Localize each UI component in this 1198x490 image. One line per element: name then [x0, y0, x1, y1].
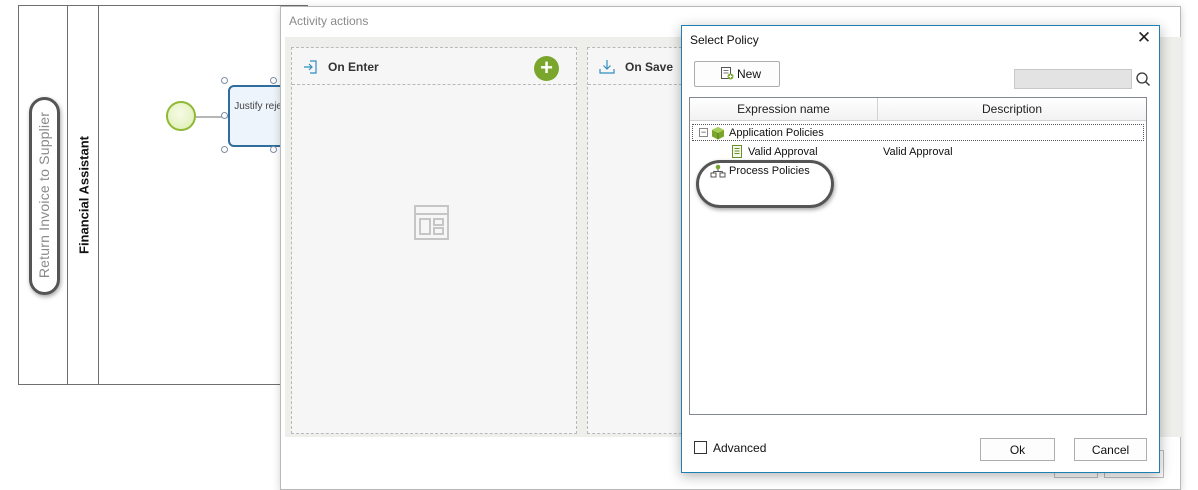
- policy-tree: [689, 97, 1147, 415]
- tree-item-description: Valid Approval: [883, 146, 953, 158]
- selection-handle[interactable]: [270, 146, 277, 153]
- search-input[interactable]: [1014, 69, 1132, 89]
- advanced-checkbox[interactable]: [694, 441, 707, 454]
- process-policies-highlight: [696, 160, 834, 208]
- close-icon[interactable]: ✕: [1135, 29, 1153, 47]
- advanced-label[interactable]: Advanced: [713, 441, 766, 455]
- policy-document-icon: [732, 145, 742, 158]
- new-button-label: New: [737, 67, 762, 81]
- pool-name-highlight: [29, 97, 60, 295]
- selection-handle[interactable]: [221, 146, 228, 153]
- tree-item-application-policies[interactable]: Application Policies: [729, 127, 824, 139]
- activity-actions-title: Activity actions: [289, 14, 369, 28]
- ok-button[interactable]: Ok: [980, 438, 1055, 461]
- selection-handle[interactable]: [270, 77, 277, 84]
- on-enter-panel: On Enter: [291, 47, 577, 434]
- add-action-button[interactable]: +: [534, 56, 559, 81]
- on-save-label: On Save: [625, 60, 674, 74]
- tree-item-valid-approval[interactable]: Valid Approval: [748, 146, 818, 158]
- on-save-panel: On Save: [587, 47, 687, 434]
- green-cube-icon: [712, 127, 724, 140]
- save-download-icon: [599, 60, 615, 74]
- on-enter-label: On Enter: [328, 60, 379, 74]
- empty-form-icon: [414, 205, 449, 240]
- column-header-description[interactable]: Description: [878, 98, 1146, 121]
- collapse-toggle[interactable]: −: [699, 128, 708, 137]
- selection-handle[interactable]: [221, 77, 228, 84]
- column-header-expression-name[interactable]: Expression name: [690, 98, 878, 121]
- enter-icon: [304, 60, 317, 74]
- selection-handle[interactable]: [221, 112, 228, 119]
- cancel-button[interactable]: Cancel: [1074, 438, 1147, 461]
- lane-name[interactable]: Financial Assistant: [77, 136, 92, 254]
- dialog-title: Select Policy: [690, 33, 759, 47]
- search-icon[interactable]: [1135, 71, 1151, 87]
- start-event[interactable]: [166, 101, 196, 131]
- new-policy-icon: [721, 67, 734, 80]
- on-save-header: On Save: [588, 48, 687, 85]
